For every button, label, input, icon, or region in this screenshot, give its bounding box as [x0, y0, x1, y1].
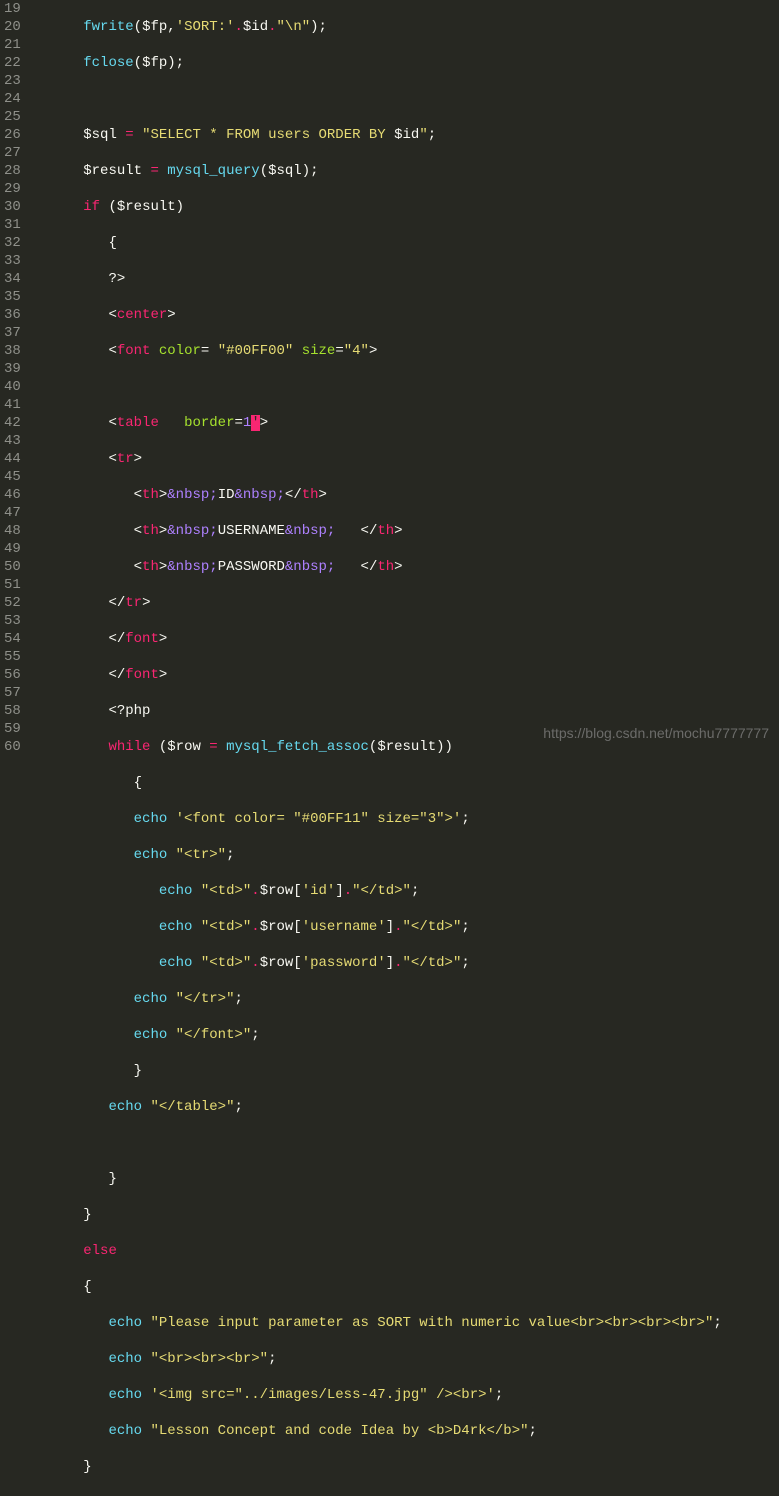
- code-line: </tr>: [33, 594, 779, 612]
- line-number: 52: [4, 594, 21, 612]
- line-number: 50: [4, 558, 21, 576]
- line-number: 54: [4, 630, 21, 648]
- line-number: 51: [4, 576, 21, 594]
- cursor: ': [251, 415, 259, 431]
- line-number: 43: [4, 432, 21, 450]
- line-number: 46: [4, 486, 21, 504]
- line-number: 60: [4, 738, 21, 756]
- code-line: <tr>: [33, 450, 779, 468]
- code-line: {: [33, 234, 779, 252]
- code-line: echo '<font color= "#00FF11" size="3">';: [33, 810, 779, 828]
- line-number: 29: [4, 180, 21, 198]
- line-number: 58: [4, 702, 21, 720]
- line-number: 57: [4, 684, 21, 702]
- code-line: ?>: [33, 1494, 779, 1496]
- line-number: 44: [4, 450, 21, 468]
- line-number: 40: [4, 378, 21, 396]
- line-number: 45: [4, 468, 21, 486]
- line-number: 20: [4, 18, 21, 36]
- line-number: 35: [4, 288, 21, 306]
- line-number: 23: [4, 72, 21, 90]
- line-number: 31: [4, 216, 21, 234]
- line-number: 36: [4, 306, 21, 324]
- code-line: fclose($fp);: [33, 54, 779, 72]
- line-number: 25: [4, 108, 21, 126]
- code-line: <?php: [33, 702, 779, 720]
- line-number: 30: [4, 198, 21, 216]
- line-number: 59: [4, 720, 21, 738]
- code-line: if ($result): [33, 198, 779, 216]
- code-line: [33, 90, 779, 108]
- code-line: echo "<td>".$row['username']."</td>";: [33, 918, 779, 936]
- code-line: <th>&nbsp;USERNAME&nbsp; </th>: [33, 522, 779, 540]
- code-line: echo "</tr>";: [33, 990, 779, 1008]
- code-line: echo "</table>";: [33, 1098, 779, 1116]
- line-number: 26: [4, 126, 21, 144]
- line-number: 38: [4, 342, 21, 360]
- code-line: [33, 1134, 779, 1152]
- line-number: 27: [4, 144, 21, 162]
- code-line: [33, 378, 779, 396]
- code-line: echo "</font>";: [33, 1026, 779, 1044]
- line-number: 33: [4, 252, 21, 270]
- code-line: echo "<br><br><br>";: [33, 1350, 779, 1368]
- code-line: }: [33, 1206, 779, 1224]
- code-line: <font color= "#00FF00" size="4">: [33, 342, 779, 360]
- line-number: 39: [4, 360, 21, 378]
- line-number: 37: [4, 324, 21, 342]
- code-line: $result = mysql_query($sql);: [33, 162, 779, 180]
- code-line: ?>: [33, 270, 779, 288]
- line-number: 34: [4, 270, 21, 288]
- code-line: </font>: [33, 666, 779, 684]
- line-number: 22: [4, 54, 21, 72]
- code-line: <center>: [33, 306, 779, 324]
- line-number-gutter: 1920212223242526272829303132333435363738…: [0, 0, 29, 748]
- code-line: echo "<tr>";: [33, 846, 779, 864]
- code-line: echo "<td>".$row['password']."</td>";: [33, 954, 779, 972]
- line-number: 55: [4, 648, 21, 666]
- code-line: }: [33, 1062, 779, 1080]
- line-number: 42: [4, 414, 21, 432]
- code-line: echo "Lesson Concept and code Idea by <b…: [33, 1422, 779, 1440]
- code-line: echo "<td>".$row['id']."</td>";: [33, 882, 779, 900]
- line-number: 21: [4, 36, 21, 54]
- code-line: fwrite($fp,'SORT:'.$id."\n");: [33, 18, 779, 36]
- line-number: 48: [4, 522, 21, 540]
- code-line: echo '<img src="../images/Less-47.jpg" /…: [33, 1386, 779, 1404]
- code-line: <th>&nbsp;ID&nbsp;</th>: [33, 486, 779, 504]
- code-line: </font>: [33, 630, 779, 648]
- code-area[interactable]: fwrite($fp,'SORT:'.$id."\n"); fclose($fp…: [29, 0, 779, 748]
- line-number: 47: [4, 504, 21, 522]
- code-line: {: [33, 1278, 779, 1296]
- line-number: 19: [4, 0, 21, 18]
- code-editor[interactable]: 1920212223242526272829303132333435363738…: [0, 0, 779, 748]
- code-line: {: [33, 774, 779, 792]
- line-number: 49: [4, 540, 21, 558]
- code-line: echo "Please input parameter as SORT wit…: [33, 1314, 779, 1332]
- code-line: else: [33, 1242, 779, 1260]
- code-line: }: [33, 1458, 779, 1476]
- code-line: <table border=1'>: [33, 414, 779, 432]
- line-number: 32: [4, 234, 21, 252]
- code-line: <th>&nbsp;PASSWORD&nbsp; </th>: [33, 558, 779, 576]
- line-number: 53: [4, 612, 21, 630]
- code-line: $sql = "SELECT * FROM users ORDER BY $id…: [33, 126, 779, 144]
- watermark-text: https://blog.csdn.net/mochu7777777: [543, 724, 769, 742]
- line-number: 41: [4, 396, 21, 414]
- line-number: 28: [4, 162, 21, 180]
- line-number: 56: [4, 666, 21, 684]
- code-line: }: [33, 1170, 779, 1188]
- line-number: 24: [4, 90, 21, 108]
